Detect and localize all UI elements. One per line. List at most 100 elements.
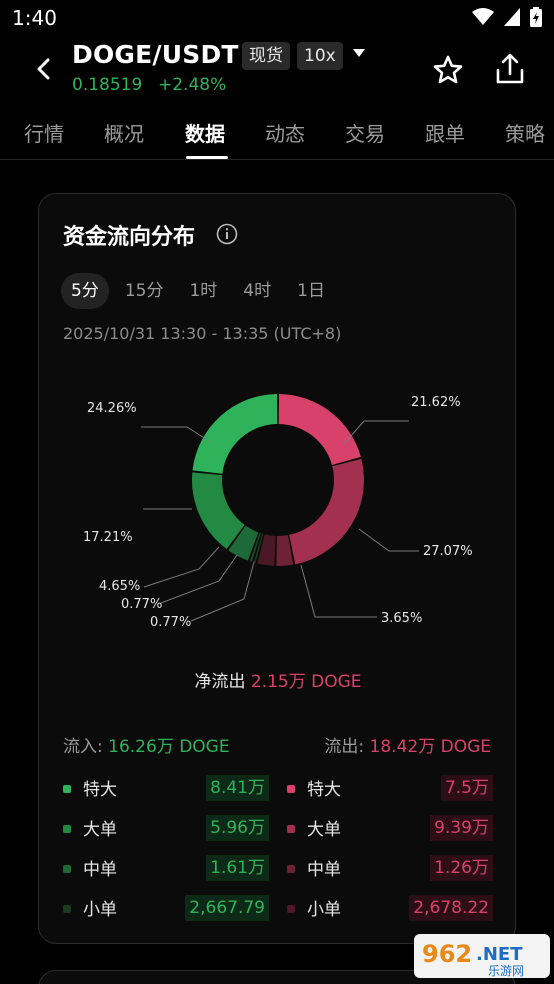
row-value: 8.41万 — [206, 775, 269, 801]
row-value: 5.96万 — [206, 815, 269, 841]
period-5m[interactable]: 5分 — [61, 273, 109, 309]
pct-label-seg2: 27.07% — [423, 544, 473, 559]
row-label: 中单 — [307, 860, 341, 880]
pct-label-seg6: 0.77% — [121, 597, 163, 612]
info-icon[interactable] — [216, 223, 238, 245]
row-value: 1.26万 — [430, 855, 493, 881]
inflow-total: 流入: 16.26万 DOGE — [63, 732, 230, 757]
net-flow-label: 净流出 — [194, 672, 246, 692]
status-time: 1:40 — [12, 6, 57, 30]
outflow-total: 流出: 18.42万 DOGE — [324, 732, 491, 757]
chevron-left-icon — [37, 58, 50, 80]
inflow-row-small: 小单 2,667.79 — [63, 895, 269, 921]
pair-title[interactable]: DOGE/USDT — [72, 40, 239, 69]
inflow-label: 流入: — [63, 737, 103, 757]
leader-line — [143, 546, 220, 588]
period-1h[interactable]: 1时 — [179, 273, 227, 309]
outflow-label: 流出: — [324, 737, 365, 757]
donut-segment — [278, 394, 361, 465]
watermark-sub: 乐游网 — [488, 964, 524, 978]
period-selector: 5分 15分 1时 4时 1日 — [61, 273, 341, 309]
tab-strategy[interactable]: 策略 — [505, 118, 545, 147]
outflow-value: 18.42万 DOGE — [369, 737, 491, 757]
row-label: 大单 — [307, 820, 341, 840]
tab-data[interactable]: 数据 — [185, 118, 225, 147]
price-change: +2.48% — [158, 75, 227, 95]
back-button[interactable] — [26, 52, 60, 86]
cell-signal-icon — [504, 8, 520, 26]
row-label: 小单 — [307, 900, 341, 920]
pct-label-seg7: 4.65% — [99, 579, 141, 594]
legend-dot — [287, 865, 295, 873]
donut-segment — [192, 472, 245, 549]
pct-label-seg3: 3.65% — [381, 611, 423, 626]
battery-icon — [530, 7, 542, 27]
outflow-row-small: 小单 2,678.22 — [287, 895, 493, 921]
tab-market[interactable]: 行情 — [24, 118, 64, 147]
fund-flow-card: 资金流向分布 5分 15分 1时 4时 1日 2025/10/31 13:30 … — [38, 193, 516, 944]
tab-overview[interactable]: 概况 — [104, 118, 144, 147]
row-label: 中单 — [83, 860, 117, 880]
header: DOGE/USDT 现货 10x 0.18519 +2.48% — [0, 38, 554, 100]
leader-line — [358, 528, 419, 552]
watermark-suffix: .NET — [476, 944, 523, 965]
tab-feed[interactable]: 动态 — [265, 118, 305, 147]
row-value: 2,678.22 — [409, 895, 493, 921]
row-label: 小单 — [83, 900, 117, 920]
net-flow-value: 2.15万 DOGE — [250, 672, 362, 692]
leader-line — [160, 554, 238, 604]
share-icon[interactable] — [494, 52, 526, 86]
tab-bar: 行情 概况 数据 动态 交易 跟单 策略 — [0, 112, 554, 160]
row-label: 特大 — [83, 780, 117, 800]
row-value: 9.39万 — [430, 815, 493, 841]
legend-dot — [287, 785, 295, 793]
pct-label-seg8: 17.21% — [83, 530, 133, 545]
site-watermark: 962 .NET 乐游网 — [414, 934, 550, 978]
legend-dot — [63, 785, 71, 793]
active-tab-indicator — [186, 156, 228, 159]
tab-trade[interactable]: 交易 — [345, 118, 385, 147]
legend-dot — [63, 825, 71, 833]
donut-segment — [289, 458, 364, 565]
status-icons — [472, 7, 542, 27]
leader-line — [300, 564, 377, 618]
caret-down-icon[interactable] — [352, 48, 366, 58]
leverage-tag: 10x — [297, 42, 343, 70]
card-title: 资金流向分布 — [63, 225, 196, 250]
row-value: 7.5万 — [440, 775, 493, 801]
spot-tag: 现货 — [242, 42, 290, 70]
period-4h[interactable]: 4时 — [233, 273, 281, 309]
pct-label-seg5: 0.77% — [150, 615, 192, 630]
row-value: 1.61万 — [206, 855, 269, 881]
pct-label-seg1: 21.62% — [411, 395, 461, 410]
legend-dot — [63, 905, 71, 913]
time-range: 2025/10/31 13:30 - 13:35 (UTC+8) — [63, 324, 342, 343]
fund-flow-donut: 21.62% 27.07% 3.65% 24.26% 17.21% 4.65% … — [39, 369, 517, 639]
inflow-row-medium: 中单 1.61万 — [63, 855, 269, 881]
outflow-row-medium: 中单 1.26万 — [287, 855, 493, 881]
outflow-row-large: 大单 9.39万 — [287, 815, 493, 841]
outflow-row-xl: 特大 7.5万 — [287, 775, 493, 801]
period-15m[interactable]: 15分 — [115, 273, 174, 309]
leader-line — [141, 426, 210, 442]
donut-segment — [257, 534, 276, 566]
row-label: 大单 — [83, 820, 117, 840]
inflow-value: 16.26万 DOGE — [108, 737, 230, 757]
last-price: 0.18519 — [72, 75, 143, 95]
pct-label-seg9: 24.26% — [87, 401, 137, 416]
legend-dot — [287, 825, 295, 833]
net-flow: 净流出 2.15万 DOGE — [39, 667, 517, 692]
wifi-icon — [472, 8, 494, 25]
row-value: 2,667.79 — [185, 895, 269, 921]
legend-dot — [287, 905, 295, 913]
inflow-row-xl: 特大 8.41万 — [63, 775, 269, 801]
watermark-number: 962 — [422, 940, 472, 968]
donut-segment — [192, 394, 278, 474]
legend-dot — [63, 865, 71, 873]
row-label: 特大 — [307, 780, 341, 800]
status-bar: 1:40 — [0, 0, 554, 36]
period-1d[interactable]: 1日 — [287, 273, 335, 309]
star-icon[interactable] — [432, 54, 464, 86]
tab-copy-trading[interactable]: 跟单 — [425, 118, 465, 147]
inflow-row-large: 大单 5.96万 — [63, 815, 269, 841]
